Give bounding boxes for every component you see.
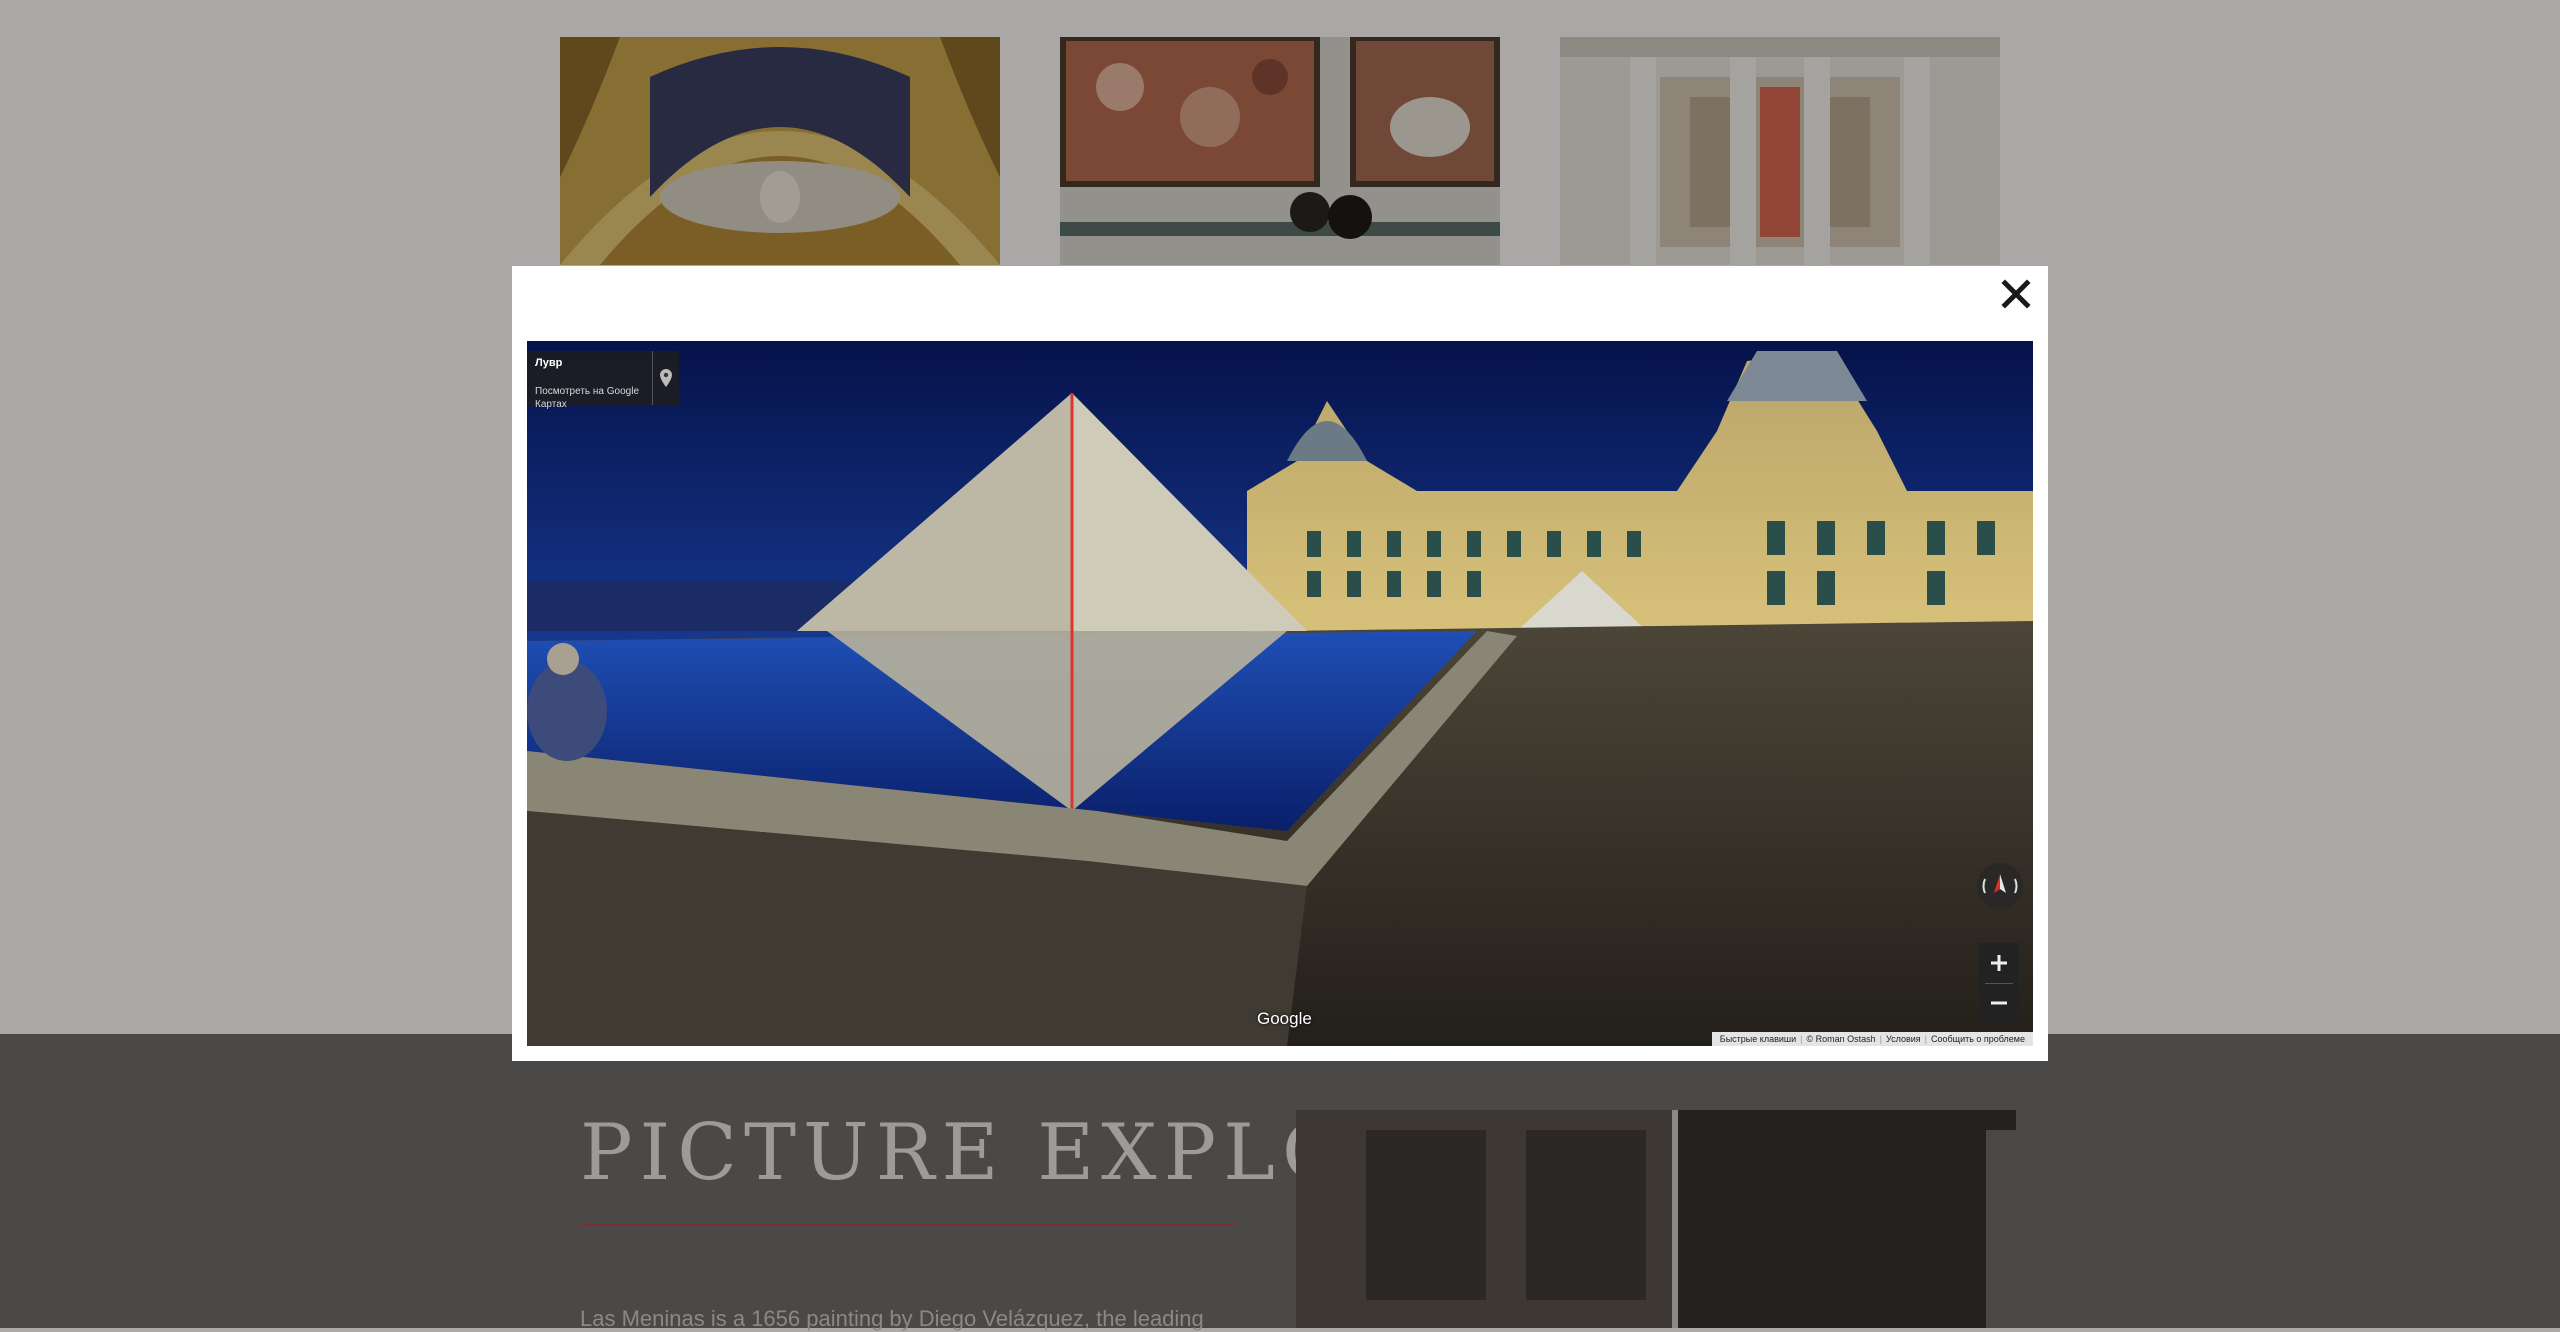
attribution-bar: Быстрые клавиши | © Roman Ostash | Услов… [1711,1032,2033,1046]
google-logo: Google [1257,1009,1312,1028]
zoom-out-button[interactable] [1979,983,2019,1023]
compass-icon [1982,874,2018,894]
painting-hall-image [1060,37,1500,265]
minus-icon [1991,1001,2007,1005]
report-problem-link[interactable]: Сообщить о проблеме [1927,1034,2029,1044]
colonnade-hall-image [1560,37,2000,265]
place-card: Лувр Посмотреть на Google Картах [527,351,679,410]
view-on-maps-link[interactable]: Посмотреть на Google Картах [535,385,653,411]
gallery-thumbnail-ceiling[interactable] [560,37,1000,265]
las-meninas-photo [1296,1110,2016,1328]
title-divider [580,1224,1236,1226]
plus-icon [1991,955,2007,971]
map-pin-icon [660,369,672,387]
zoom-control [1979,943,2019,1023]
louvre-panorama-image [527,341,2033,1046]
section-description: Las Meninas is a 1656 painting by Diego … [580,1306,1204,1331]
gallery-thumbnail-colonnade[interactable] [1560,37,2000,265]
map-pin-button[interactable] [652,351,679,405]
place-name: Лувр [535,357,563,369]
keyboard-shortcuts-link[interactable]: Быстрые клавиши [1716,1034,1800,1044]
streetview-modal: Лувр Посмотреть на Google Картах Google … [512,266,2048,1061]
ceiling-fresco-image [560,37,1000,265]
close-icon [2001,279,2031,309]
copyright-text: © Roman Ostash [1806,1034,1876,1044]
zoom-in-button[interactable] [1979,943,2019,983]
close-button[interactable] [1996,274,2036,314]
compass-control[interactable] [1977,863,2023,909]
streetview-panorama[interactable]: Лувр Посмотреть на Google Картах Google … [527,341,2033,1046]
terms-link[interactable]: Условия [1882,1034,1925,1044]
gallery-thumbnail-paintings[interactable] [1060,37,1500,265]
